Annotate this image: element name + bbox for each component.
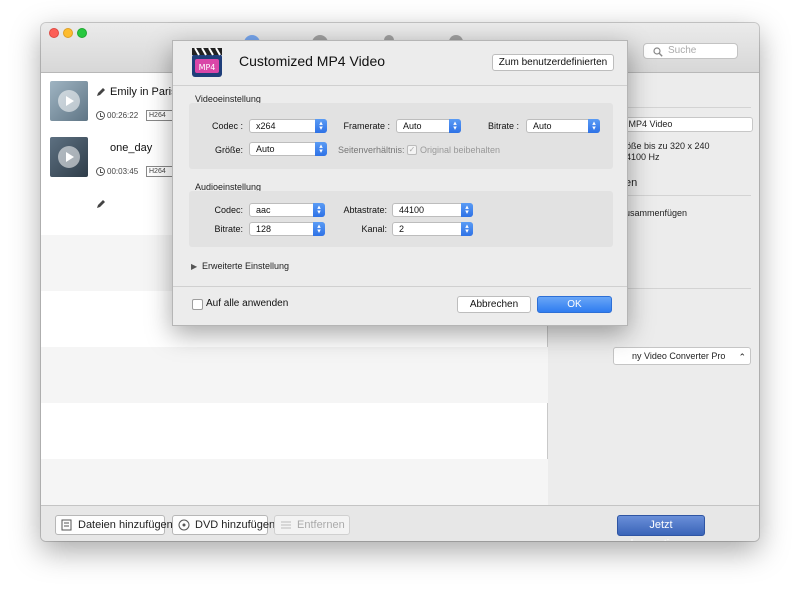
remove-button[interactable]: Entfernen	[274, 515, 350, 535]
remove-label: Entfernen	[297, 519, 345, 531]
file-duration: 00:03:45	[107, 167, 139, 176]
audio-bitrate-value: 128	[256, 224, 272, 234]
search-icon	[653, 47, 663, 57]
video-bitrate-value: Auto	[533, 121, 552, 131]
audio-codec-value: aac	[256, 205, 271, 215]
stepper-icon: ▴ ▾	[315, 142, 327, 156]
audio-codec-label: Codec:	[214, 205, 243, 215]
minimize-window-button[interactable]	[63, 28, 73, 38]
disclosure-triangle-icon[interactable]: ▶	[191, 262, 197, 271]
dvd-icon	[178, 519, 190, 531]
merge-label[interactable]: usammenfügen	[625, 208, 687, 218]
audio-bitrate-select[interactable]: 128 ▴ ▾	[249, 222, 325, 236]
apply-all-checkbox[interactable]	[192, 299, 203, 310]
stepper-icon: ▴ ▾	[461, 203, 473, 217]
clock-icon	[96, 167, 105, 176]
codec-tag: H264	[146, 110, 174, 121]
channel-label: Kanal:	[361, 224, 387, 234]
file-name: one_day	[110, 142, 153, 154]
video-bitrate-label: Bitrate :	[487, 121, 519, 131]
file-duration: 00:26:22	[107, 111, 139, 120]
mp4-clapperboard-icon: MP4	[192, 47, 222, 77]
audio-codec-select[interactable]: aac ▴ ▾	[249, 203, 325, 217]
add-file-icon	[61, 519, 72, 531]
channel-select[interactable]: 2 ▴ ▾	[392, 222, 473, 236]
profile-button[interactable]: d MP4 Video	[613, 117, 753, 132]
add-dvd-button[interactable]: DVD hinzufügen	[172, 515, 275, 535]
apply-all-label[interactable]: Auf alle anwenden	[206, 298, 288, 309]
profile-info-audio: 4100 Hz	[626, 152, 660, 162]
video-codec-select[interactable]: x264 ▴ ▾	[249, 119, 327, 133]
framerate-select[interactable]: Auto ▴ ▾	[396, 119, 461, 133]
profile-settings-dialog: MP4 Customized MP4 Video Zum benutzerdef…	[172, 40, 628, 326]
profile-info-resolution: öße bis zu 320 x 240	[626, 141, 710, 151]
search-placeholder: Suche	[668, 45, 697, 56]
cancel-button[interactable]: Abbrechen	[457, 296, 531, 313]
stepper-icon: ▴ ▾	[313, 222, 325, 236]
pencil-icon[interactable]	[96, 199, 106, 209]
keep-original-label: Original beibehalten	[420, 145, 501, 155]
empty-row	[41, 347, 548, 403]
video-thumbnail[interactable]	[50, 137, 88, 177]
search-input[interactable]: Suche	[643, 43, 738, 59]
size-label: Größe:	[214, 145, 243, 155]
video-bitrate-select[interactable]: Auto ▴ ▾	[526, 119, 600, 133]
stepper-icon: ▴ ▾	[313, 203, 325, 217]
framerate-value: Auto	[403, 121, 422, 131]
convert-now-button[interactable]: Jetzt konvertieren	[617, 515, 705, 541]
size-select[interactable]: Auto ▴ ▾	[249, 142, 327, 156]
keep-original-checkbox[interactable]: ✓	[407, 145, 417, 155]
custom-profile-button[interactable]: Zum benutzerdefinierten	[492, 54, 614, 71]
samplerate-select[interactable]: 44100 ▴ ▾	[392, 203, 473, 217]
dialog-title: Customized MP4 Video	[239, 53, 386, 69]
samplerate-label: Abtastrate:	[343, 205, 387, 215]
stepper-icon: ▴ ▾	[315, 119, 327, 133]
channel-value: 2	[399, 224, 405, 234]
stepper-icon: ▴ ▾	[588, 119, 600, 133]
video-settings-group	[189, 103, 613, 169]
ok-button[interactable]: OK	[537, 296, 612, 313]
add-dvd-label: DVD hinzufügen	[195, 519, 276, 531]
video-codec-label: Codec :	[211, 121, 243, 131]
pencil-icon[interactable]	[96, 87, 106, 97]
stepper-icon: ▴ ▾	[449, 119, 461, 133]
output-select[interactable]: ny Video Converter Pro ⌃	[613, 347, 751, 365]
aspect-ratio-label: Seitenverhältnis:	[338, 145, 405, 155]
video-thumbnail[interactable]	[50, 81, 88, 121]
codec-tag: H264	[146, 166, 174, 177]
play-icon	[58, 146, 80, 168]
audio-bitrate-label: Bitrate:	[214, 224, 243, 234]
samplerate-value: 44100	[399, 205, 425, 215]
clock-icon	[96, 111, 105, 120]
add-files-button[interactable]: Dateien hinzufügen	[55, 515, 173, 535]
video-codec-value: x264	[256, 121, 276, 131]
output-select-value: ny Video Converter Pro	[632, 351, 726, 361]
list-remove-icon	[281, 521, 291, 529]
maximize-window-button[interactable]	[77, 28, 87, 38]
bottom-toolbar: Dateien hinzufügen DVD hinzufügen Entfer…	[41, 505, 759, 541]
app-icon-label: MP4	[199, 63, 216, 72]
divider	[173, 85, 627, 86]
play-icon	[58, 90, 80, 112]
empty-row	[41, 459, 548, 505]
stepper-icon: ▴ ▾	[461, 222, 473, 236]
divider	[173, 286, 627, 287]
add-files-label: Dateien hinzufügen	[78, 519, 173, 531]
close-window-button[interactable]	[49, 28, 59, 38]
chevron-updown-icon: ⌃	[738, 352, 746, 362]
advanced-settings-toggle[interactable]: Erweiterte Einstellung	[202, 261, 289, 271]
size-value: Auto	[256, 144, 275, 154]
audio-settings-group	[189, 191, 613, 247]
framerate-label: Framerate :	[343, 121, 390, 131]
